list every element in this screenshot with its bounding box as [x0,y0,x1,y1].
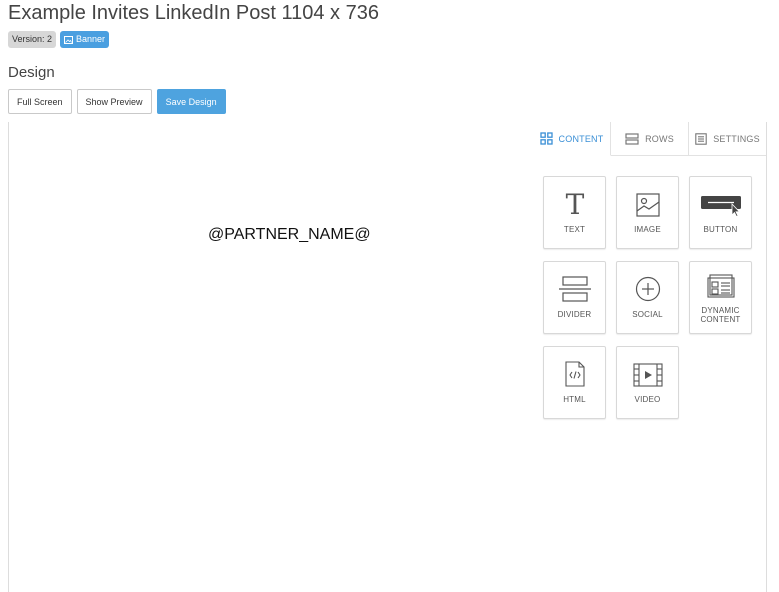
video-icon [632,363,663,387]
type-badge: Banner [60,31,110,48]
block-html-label: HTML [563,395,586,404]
tab-settings-label: SETTINGS [713,133,760,144]
tab-content[interactable]: CONTENT [533,122,611,156]
tab-rows-label: ROWS [645,133,674,144]
rows-icon [625,132,639,145]
content-panel: CONTENT ROWS SETTINGS T TEXT IMAGE BUTTO… [533,122,767,592]
block-text-label: TEXT [563,225,586,234]
type-badge-label: Banner [76,34,106,44]
image-icon [64,35,74,44]
tab-rows[interactable]: ROWS [611,122,689,155]
html-icon [564,361,585,387]
dynamic-content-icon [706,274,735,298]
divider-icon [558,276,591,302]
svg-text:T: T [565,191,584,217]
block-button[interactable]: BUTTON [689,176,752,249]
block-text[interactable]: T TEXT [543,176,606,249]
version-badge: Version: 2 [8,31,57,48]
social-icon [635,276,660,302]
save-design-button[interactable]: Save Design [156,89,226,114]
settings-icon [695,132,707,145]
full-screen-button[interactable]: Full Screen [8,89,72,114]
section-title: Design [8,64,55,81]
block-html[interactable]: HTML [543,346,606,419]
block-video-label: VIDEO [634,395,661,404]
block-image-label: IMAGE [634,225,661,234]
block-image[interactable]: IMAGE [616,176,679,249]
text-icon: T [565,191,584,217]
block-social[interactable]: SOCIAL [616,261,679,334]
design-canvas[interactable]: @PARTNER_NAME@ [8,122,534,592]
tab-settings[interactable]: SETTINGS [689,122,766,155]
block-divider-label: DIVIDER [557,310,592,319]
button-icon [700,196,741,217]
block-social-label: SOCIAL [632,310,663,319]
block-dynamic-content-label: DYNAMIC CONTENT [700,306,741,324]
design-toolbar: Full Screen Show Preview Save Design [8,89,226,114]
block-video[interactable]: VIDEO [616,346,679,419]
image-icon [635,193,660,217]
partner-name-text[interactable]: @PARTNER_NAME@ [208,226,371,244]
block-dynamic-content[interactable]: DYNAMIC CONTENT [689,261,752,334]
block-button-label: BUTTON [703,225,738,234]
block-divider[interactable]: DIVIDER [543,261,606,334]
page-title: Example Invites LinkedIn Post 1104 x 736 [8,2,379,24]
badge-group: Version: 2 Banner [8,31,110,48]
content-blocks: T TEXT IMAGE BUTTON DIVIDER SOCIAL DYNAM… [543,176,752,419]
show-preview-button[interactable]: Show Preview [76,89,152,114]
grid-icon [539,132,553,145]
panel-tabs: CONTENT ROWS SETTINGS [533,122,766,156]
tab-content-label: CONTENT [558,133,604,144]
